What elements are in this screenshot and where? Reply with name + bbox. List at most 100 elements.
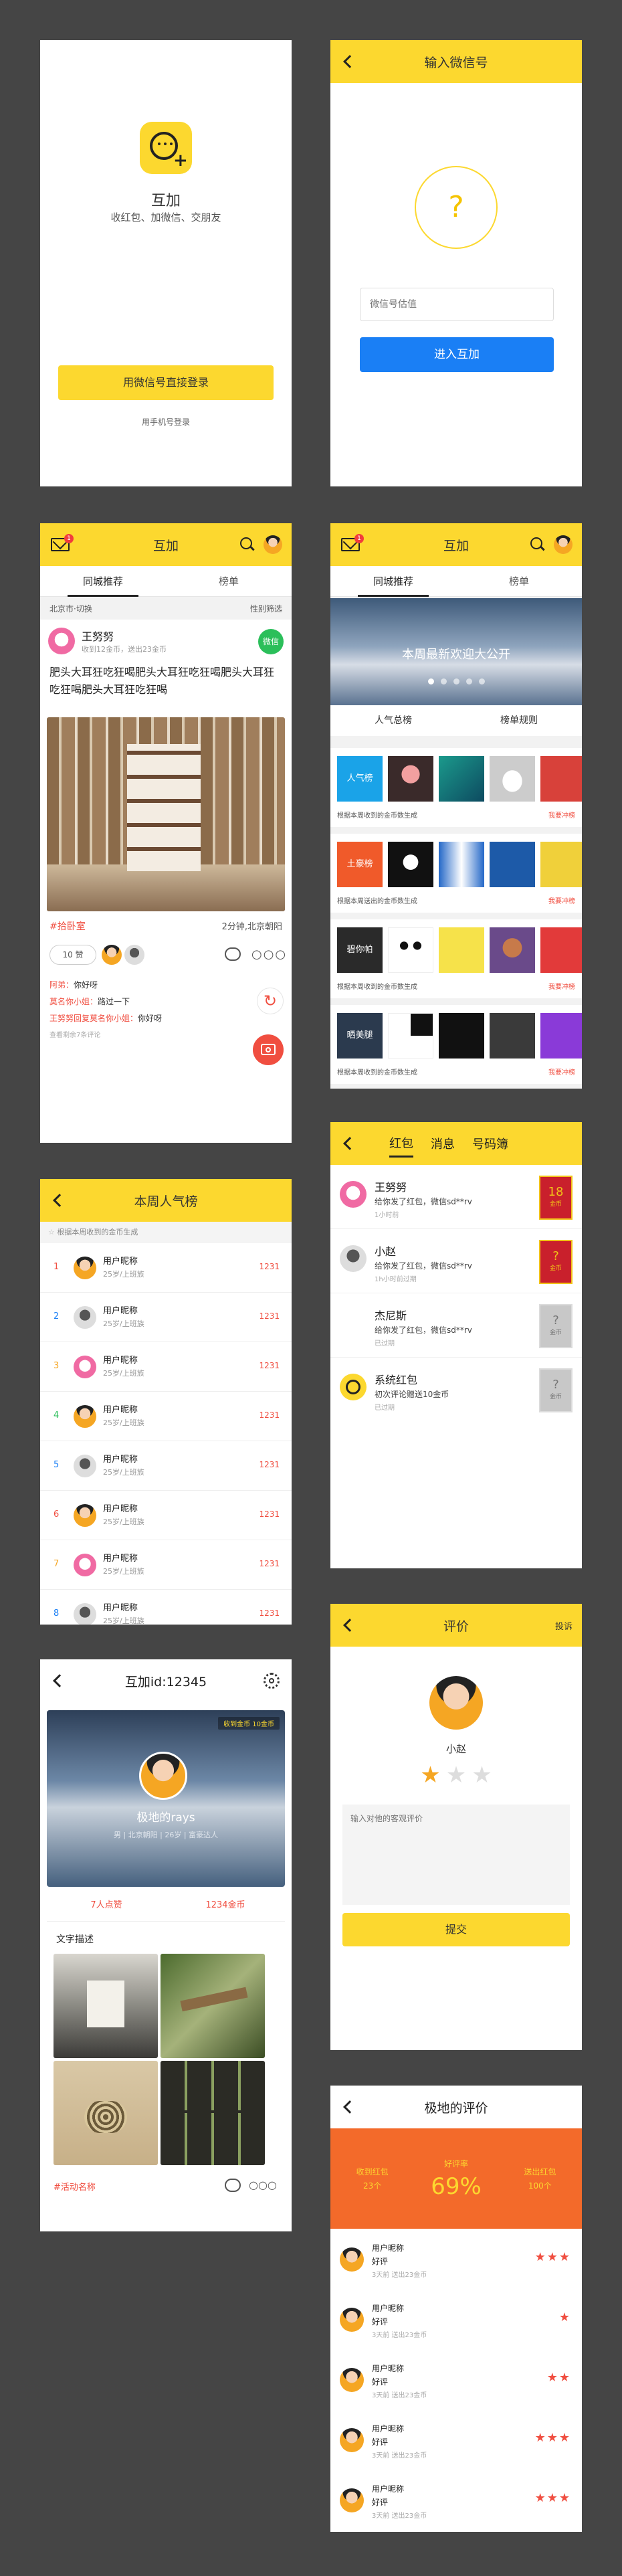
more-comments-link[interactable]: 查看剩余7条评论 [49, 1027, 162, 1044]
message-item[interactable]: 杰尼斯 给你发了红包，微信sd**rv 已过期 ? 金币 [330, 1293, 582, 1358]
search-icon[interactable] [530, 537, 546, 553]
gender-filter[interactable]: 性别筛选 [250, 603, 282, 614]
red-packet-expired[interactable]: ? 金币 [539, 1368, 573, 1412]
rank-more-link[interactable]: 我要冲榜 [548, 895, 575, 905]
submit-button[interactable]: 提交 [342, 1913, 570, 1946]
profile-avatar[interactable] [139, 1752, 187, 1800]
stat-sent: 送出红包 100个 [524, 2167, 556, 2191]
liker-avatar[interactable] [102, 945, 122, 965]
tab-rules[interactable]: 榜单规则 [456, 705, 582, 736]
wechat-badge[interactable]: 微信 [258, 629, 284, 654]
review-row[interactable]: 用户昵称 好评 3天前 送出23金币 ★★ [330, 2353, 582, 2413]
sub-tabs: 人气总榜 榜单规则 [330, 705, 582, 736]
followers-count[interactable]: 7人点赞 [47, 1898, 166, 1910]
popularity-row[interactable]: 7 用户昵称 25岁/上班族 1231 [40, 1540, 292, 1590]
review-row[interactable]: 用户昵称 好评 3天前 送出23金币 ★★★ [330, 2233, 582, 2293]
star-icon[interactable]: ★ [472, 1762, 492, 1788]
rank-row[interactable]: 人气榜 根据本周收到的金币数生成 我要冲榜 [330, 748, 582, 827]
back-button[interactable] [51, 1179, 66, 1222]
camera-button[interactable] [253, 1034, 284, 1065]
rank-row[interactable]: 碧你帕 根据本周收到的金币数生成 我要冲榜 [330, 919, 582, 998]
review-row[interactable]: 用户昵称 好评 3天前 送出23金币 ★ [330, 2293, 582, 2353]
message-item[interactable]: 小赵 给你发了红包，微信sd**rv 1h小时前过期 ? 金币 [330, 1229, 582, 1293]
app-slogan: 收红包、加微信、交朋友 [110, 211, 221, 223]
tab-phonebook[interactable]: 号码簿 [472, 1131, 508, 1156]
photo-grid-item[interactable] [54, 2061, 158, 2165]
post-photo[interactable] [47, 717, 285, 911]
sender-name: 王努努 [375, 1181, 407, 1194]
popularity-row[interactable]: 5 用户昵称 25岁/上班族 1231 [40, 1441, 292, 1491]
photo-grid-item[interactable] [161, 1954, 265, 2058]
banner[interactable]: 本周最新欢迎大公开 [330, 598, 582, 705]
back-button[interactable] [341, 1122, 356, 1165]
liker-avatar[interactable] [124, 945, 144, 965]
photo-grid-item[interactable] [54, 1954, 158, 2058]
reviewee-name: 小赵 [445, 1743, 466, 1755]
review-row[interactable]: 用户昵称 好评 3天前 送出23金币 ★★★ [330, 2413, 582, 2474]
red-packet-expired[interactable]: ? 金币 [539, 1304, 573, 1348]
red-packet[interactable]: 18 金币 [539, 1176, 573, 1220]
search-icon[interactable] [239, 537, 255, 553]
mail-button[interactable]: 1 [51, 523, 74, 566]
avatar[interactable] [554, 535, 573, 554]
rank-more-link[interactable]: 我要冲榜 [548, 1067, 575, 1077]
rank-more-link[interactable]: 我要冲榜 [548, 981, 575, 991]
star-icon[interactable]: ★ [446, 1762, 466, 1788]
phone-login-link[interactable]: 用手机号登录 [40, 416, 292, 428]
settings-icon[interactable] [264, 1673, 280, 1689]
tab-ranking[interactable]: 榜单 [456, 566, 582, 596]
back-button[interactable] [51, 1659, 66, 1702]
packet-amount: ? [552, 1313, 559, 1327]
avatar[interactable] [48, 628, 75, 654]
back-button[interactable] [341, 1604, 356, 1647]
more-icon[interactable]: ○○○ [249, 2179, 277, 2191]
tab-ranking[interactable]: 榜单 [166, 566, 292, 596]
rank-thumb-label: 土豪榜 [337, 842, 383, 887]
tab-messages[interactable]: 消息 [431, 1131, 455, 1156]
coins-count[interactable]: 1234金币 [166, 1898, 285, 1910]
popularity-row[interactable]: 3 用户昵称 25岁/上班族 1231 [40, 1342, 292, 1392]
enter-button[interactable]: 进入互加 [360, 337, 554, 372]
wechat-id-input[interactable] [360, 288, 554, 321]
popularity-row[interactable]: 4 用户昵称 25岁/上班族 1231 [40, 1392, 292, 1441]
comment-icon[interactable] [225, 2179, 241, 2192]
refresh-button[interactable]: ↻ [257, 988, 284, 1014]
rank-caption: 根据本周送出的金币数生成 [337, 898, 417, 905]
user-info: 25岁/上班族 [103, 1617, 144, 1625]
message-text: 给你发了红包，微信sd**rv [375, 1197, 472, 1206]
red-packet[interactable]: ? 金币 [539, 1240, 573, 1284]
report-button[interactable]: 投诉 [555, 1619, 573, 1632]
popularity-row[interactable]: 1 用户昵称 25岁/上班族 1231 [40, 1243, 292, 1293]
comment-icon[interactable] [225, 947, 241, 961]
like-button[interactable]: 10 赞 [49, 945, 96, 965]
popularity-row[interactable]: 8 用户昵称 25岁/上班族 1231 [40, 1590, 292, 1625]
tab-overall[interactable]: 人气总榜 [330, 705, 456, 736]
rank-row[interactable]: 晒美腿 根据本周收到的金币数生成 我要冲榜 [330, 1005, 582, 1084]
rank-more-link[interactable]: 我要冲榜 [548, 810, 575, 820]
back-button[interactable] [341, 40, 356, 83]
header: 极地的评价 [330, 2086, 582, 2128]
tab-redpacket[interactable]: 红包 [389, 1130, 413, 1158]
rank-row[interactable]: 土豪榜 根据本周送出的金币数生成 我要冲榜 [330, 834, 582, 913]
message-time: 1小时前 [375, 1212, 399, 1219]
tab-nearby[interactable]: 同城推荐 [330, 566, 456, 597]
review-row[interactable]: 用户昵称 好评 3天前 送出23金币 ★★★ [330, 2474, 582, 2532]
more-icon[interactable]: ○○○ [251, 947, 287, 961]
message-item[interactable]: 王努努 给你发了红包，微信sd**rv 1小时前 18 金币 [330, 1165, 582, 1229]
liker-avatar[interactable] [147, 945, 167, 965]
review-textarea[interactable] [342, 1805, 570, 1905]
location-switch[interactable]: 北京市·切换 [49, 603, 92, 614]
back-button[interactable] [341, 2086, 356, 2128]
post-tag[interactable]: #拾卧室 [49, 919, 86, 933]
message-item[interactable]: 系统红包 初次评论赠送10金币 已过期 ? 金币 [330, 1358, 582, 1422]
profile-tag[interactable]: #活动名称 [54, 2180, 96, 2193]
popularity-row[interactable]: 2 用户昵称 25岁/上班族 1231 [40, 1293, 292, 1342]
avatar [74, 1603, 96, 1625]
mail-button[interactable]: 1 [341, 523, 364, 566]
star-icon[interactable]: ★ [420, 1762, 440, 1788]
tab-nearby[interactable]: 同城推荐 [40, 566, 166, 597]
photo-grid-item[interactable] [161, 2061, 265, 2165]
wechat-login-button[interactable]: 用微信号直接登录 [58, 365, 274, 400]
avatar[interactable] [264, 535, 282, 554]
popularity-row[interactable]: 6 用户昵称 25岁/上班族 1231 [40, 1491, 292, 1540]
